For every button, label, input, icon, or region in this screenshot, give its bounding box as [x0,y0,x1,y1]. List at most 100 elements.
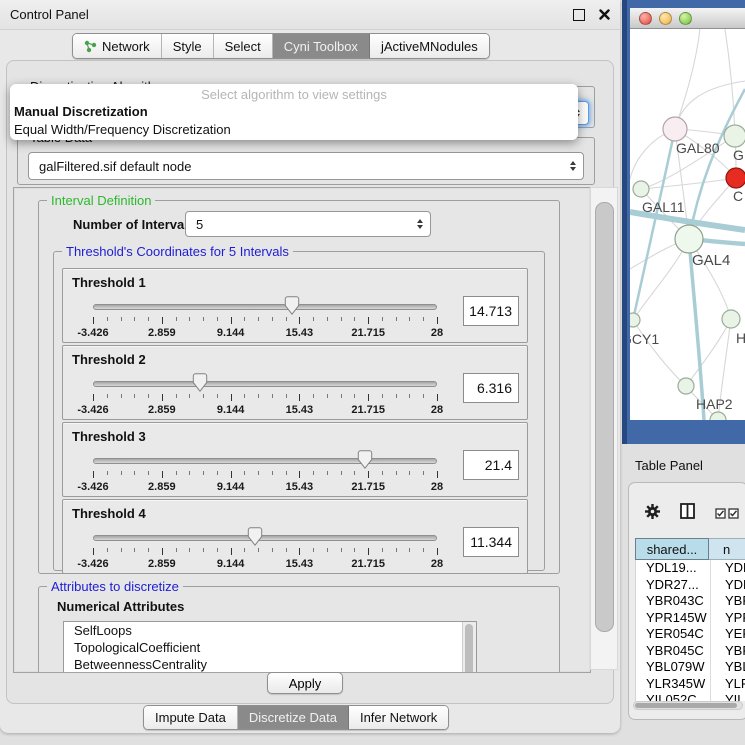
table-cell: YBR0 [710,593,745,610]
threshold-value-box[interactable]: 6.316 [463,373,519,403]
tick-mark [382,471,383,475]
number-of-intervals-combobox[interactable]: 5 [185,211,431,237]
tick-mark [409,471,410,475]
tick-mark [217,317,218,321]
column-header-shared[interactable]: shared... [635,538,709,560]
tab-jactivemnodules[interactable]: jActiveMNodules [370,34,489,58]
tab-discretize-data[interactable]: Discretize Data [238,706,349,729]
panel-vertical-scrollbar-thumb[interactable] [595,202,614,632]
tick-mark [341,317,342,321]
tab-cyni-toolbox[interactable]: Cyni Toolbox [273,34,370,58]
table-row[interactable]: YDR27...YDR2 [636,577,745,594]
tab-style[interactable]: Style [162,34,214,58]
table-data-combobox[interactable]: galFiltered.sif default node [28,152,584,180]
tab-label: Cyni Toolbox [284,39,358,54]
network-node-gal80[interactable] [663,117,687,141]
slider-track[interactable] [93,458,437,464]
network-window-titlebar[interactable] [630,8,745,29]
network-canvas[interactable]: GAL80GCGAL11GAL4GCY1HHAP2 [630,29,745,420]
table-data-value: galFiltered.sif default node [39,159,191,174]
threshold-slider[interactable]: -3.4262.8599.14415.4321.71528 [93,449,437,493]
table-row[interactable]: YDL19...YDL1 [636,560,745,577]
tick-mark [313,471,314,475]
tick-mark [299,394,300,401]
table-cell: YBR0 [710,643,745,660]
slider-thumb[interactable] [284,296,299,315]
network-icon [84,40,97,53]
algorithm-dropdown-popup: Select algorithm to view settings Manual… [10,84,578,140]
tick-label: -3.426 [77,404,108,416]
checkbox-icon[interactable] [715,508,726,519]
network-node-gal11[interactable] [633,181,649,197]
attributes-scrollbar-thumb[interactable] [465,624,473,673]
tick-label: 15.43 [286,558,314,570]
network-node-g[interactable] [724,125,745,147]
algorithm-option-manual-discretization[interactable]: Manual Discretization [10,103,578,121]
network-node-h[interactable] [722,310,740,328]
tick-mark [437,548,438,555]
mac-minimize-button[interactable] [659,12,672,25]
panel-vertical-scrollbar[interactable] [590,187,618,670]
attribute-list-item[interactable]: BetweennessCentrality [64,656,476,673]
algorithm-option-equal-width-frequency-discretization[interactable]: Equal Width/Frequency Discretization [10,121,578,139]
threshold-slider[interactable]: -3.4262.8599.14415.4321.71528 [93,372,437,416]
numerical-attributes-list[interactable]: SelfLoopsTopologicalCoefficientBetweenne… [63,621,477,673]
threshold-slider[interactable]: -3.4262.8599.14415.4321.71528 [93,526,437,570]
table-row[interactable]: YBR045CYBR0 [636,643,745,660]
slider-thumb[interactable] [192,373,207,392]
tick-mark [423,471,424,475]
table-row[interactable]: YER054CYER0 [636,626,745,643]
slider-thumb[interactable] [247,527,262,546]
tick-mark [244,317,245,321]
table-horizontal-scrollbar-thumb[interactable] [635,703,737,708]
threshold-panel-2: Threshold 2-3.4262.8599.14415.4321.71528… [62,345,528,420]
attribute-list-item[interactable]: TopologicalCoefficient [64,639,476,656]
apply-button[interactable]: Apply [267,672,343,694]
table-row[interactable]: YPR145WYPR1 [636,610,745,627]
panel-title: Control Panel [10,7,89,22]
network-node-gcy1[interactable] [630,313,640,327]
slider-thumb[interactable] [357,450,372,469]
threshold-value-box[interactable]: 11.344 [463,527,519,557]
network-window[interactable]: GAL80GCGAL11GAL4GCY1HHAP2 [622,0,745,444]
mac-close-button[interactable] [639,12,652,25]
slider-tick-labels: -3.4262.8599.14415.4321.71528 [93,481,437,493]
tab-network[interactable]: Network [73,34,162,58]
table-row[interactable]: YBL079WYBL0 [636,659,745,676]
network-node-hap2[interactable] [678,378,694,394]
threshold-value-box[interactable]: 21.4 [463,450,519,480]
network-node-gal4[interactable] [675,225,703,253]
threshold-slider[interactable]: -3.4262.8599.14415.4321.71528 [93,295,437,339]
float-icon[interactable] [573,9,585,21]
close-icon[interactable] [599,9,610,20]
table-row[interactable]: YLR345WYLR3 [636,676,745,693]
tab-impute-data[interactable]: Impute Data [144,706,238,729]
tick-mark [258,394,259,398]
attributes-scrollbar[interactable] [462,622,476,673]
split-columns-icon[interactable] [680,503,695,519]
network-node[interactable] [710,412,726,420]
slider-track[interactable] [93,304,437,310]
column-header-name[interactable]: n [709,538,745,560]
slider-track[interactable] [93,381,437,387]
table-row[interactable]: YIL052CYIL0 [636,692,745,701]
table-cell: YIL0 [710,692,745,701]
gear-icon[interactable] [644,503,661,520]
network-node-c[interactable] [726,168,745,188]
tick-label: 2.859 [148,327,176,339]
tick-mark [368,471,369,478]
attribute-list-item[interactable]: SelfLoops [64,622,476,639]
checkbox-icon[interactable] [728,508,739,519]
tab-select[interactable]: Select [214,34,273,58]
slider-track[interactable] [93,535,437,541]
table-horizontal-scrollbar[interactable] [633,701,743,710]
tick-label: 28 [431,327,443,339]
number-of-intervals-value: 5 [196,217,203,232]
network-node-label: GAL4 [692,252,730,269]
table-row[interactable]: YBR043CYBR0 [636,593,745,610]
tab-infer-network[interactable]: Infer Network [349,706,448,729]
threshold-panel-1: Threshold 1-3.4262.8599.14415.4321.71528… [62,268,528,343]
mac-zoom-button[interactable] [679,12,692,25]
tab-label: Infer Network [360,710,437,725]
threshold-value-box[interactable]: 14.713 [463,296,519,326]
